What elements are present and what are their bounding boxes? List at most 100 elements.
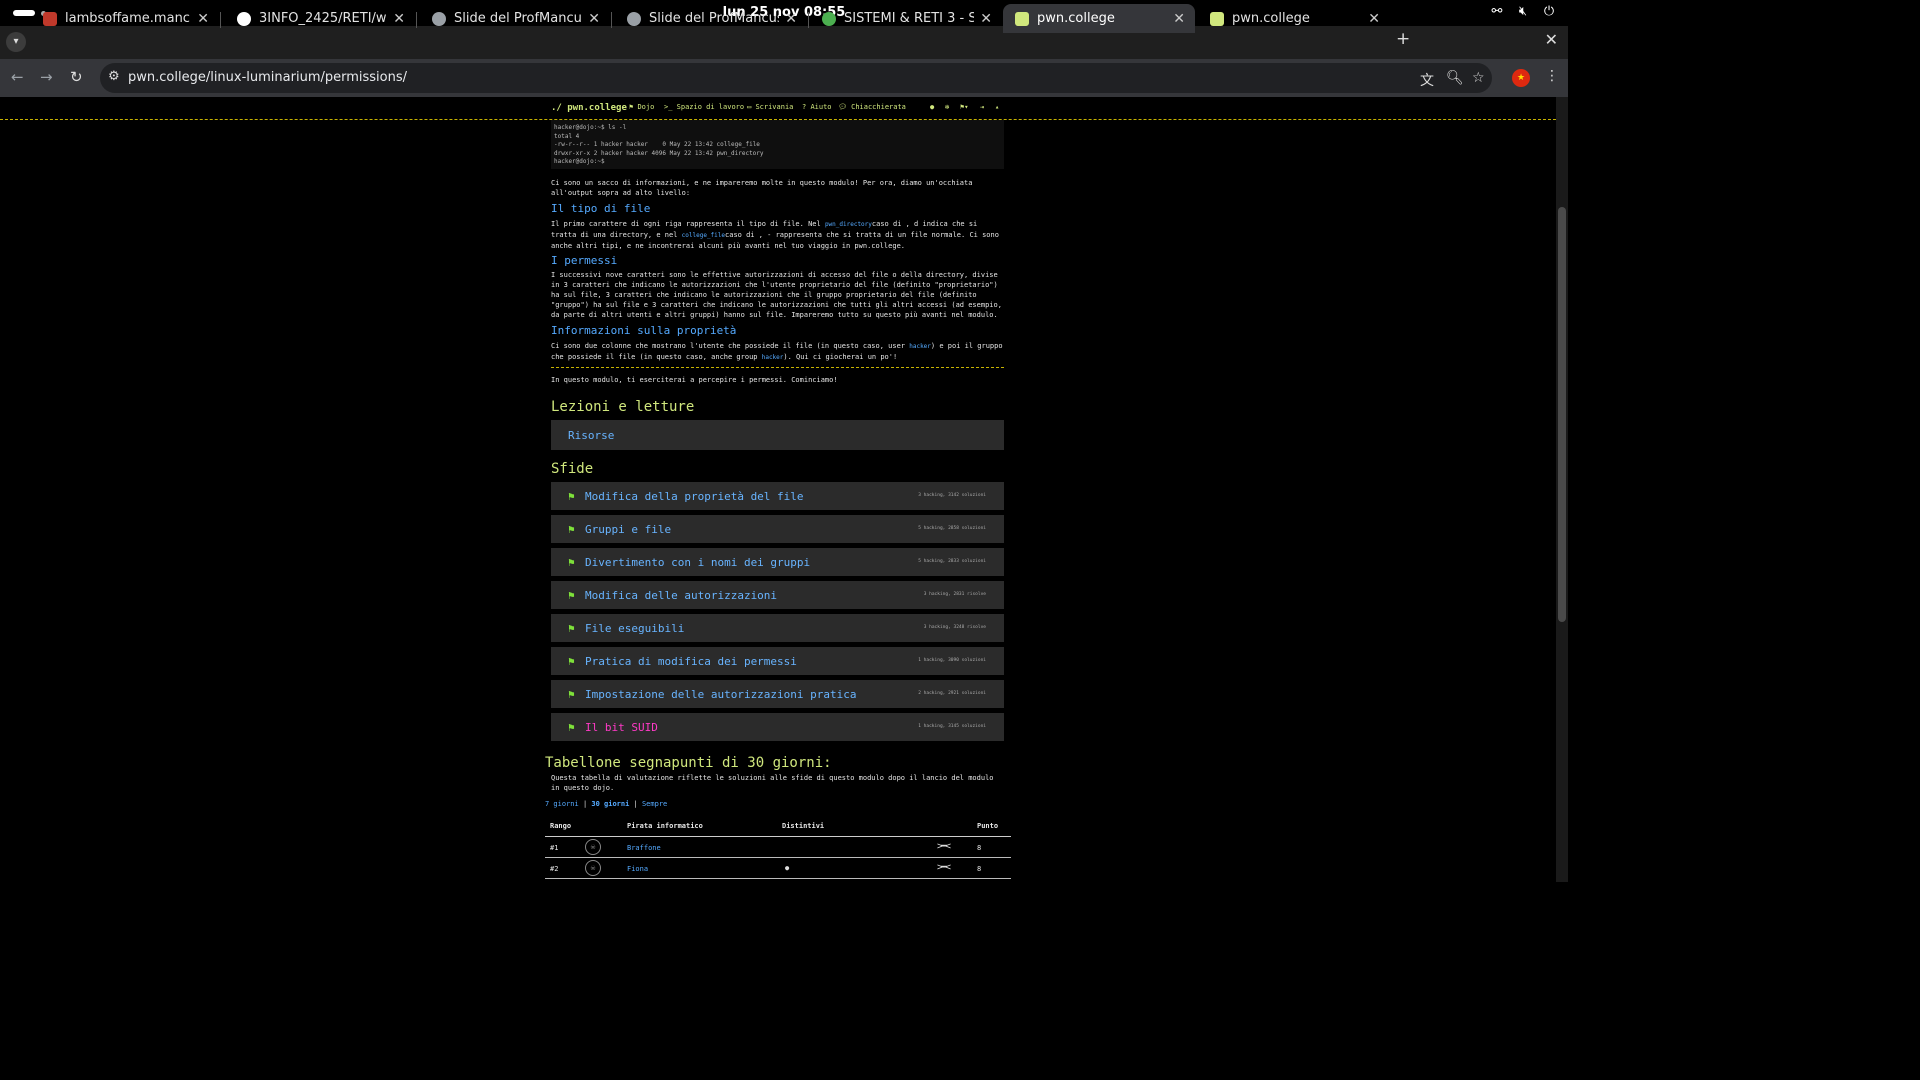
challenge-item[interactable]: ⚑ Modifica della proprietà del file 3 ha… [551,482,1004,510]
nav-chat[interactable]: 💬︎ Chiacchierata [838,103,906,111]
settings-icon[interactable]: ✻ [945,103,949,111]
nav-desktop[interactable]: ▭ Scrivania [747,103,793,111]
volume-muted-icon[interactable]: 🔇︎ [1516,4,1530,19]
filter-7-days[interactable]: 7 giorni [545,800,579,808]
code-line: drwxr-xr-x 2 hacker hacker 4096 May 22 1… [554,149,764,157]
close-tab-icon[interactable]: ✕ [785,11,797,27]
belt-emblem-icon: >━< [937,862,951,873]
resources-link[interactable]: Risorse [568,429,614,442]
resources-panel[interactable]: Risorse [551,420,1004,450]
browser-toolbar: ← → ↻ ⚙ pwn.college/linux-luminarium/per… [0,59,1568,97]
system-tray[interactable]: ⚯ 🔇︎ ⏻ [1490,4,1556,19]
challenge-item[interactable]: ⚑ File eseguibili 3 hacking, 3248 risolv… [551,614,1004,642]
info-icon[interactable]: ● [930,103,934,111]
browser-tab[interactable]: pwn.college ✕ [1198,4,1390,33]
challenge-name[interactable]: Impostazione delle autorizzazioni pratic… [585,688,857,701]
nav-workspace[interactable]: >_ Spazio di lavoro [664,103,744,111]
flag-icon: ⚑ [568,655,575,668]
collapse-icon[interactable]: ▴ [995,103,999,111]
tab-title: pwn.college [1232,11,1310,26]
profile-avatar[interactable]: ★ [1512,69,1530,87]
flag-icon: ⚑ [568,688,575,701]
scoreboard-heading: Tabellone segnapunti di 30 giorni: [545,755,832,771]
browser-tab[interactable]: SISTEMI & RETI 3 - Slidev ✕ [810,4,1002,33]
column-header-score: Punto [977,822,999,830]
browser-tab[interactable]: Slide del ProfMancusoa ✕ [420,4,610,33]
challenge-name[interactable]: Gruppi e file [585,523,671,536]
close-tab-icon[interactable]: ✕ [980,11,992,27]
avatar: ☠ [585,839,601,855]
browser-tab[interactable]: 3INFO_2425/RETI/wang... ✕ [225,4,415,33]
close-tab-icon[interactable]: ✕ [393,11,405,27]
close-tab-icon[interactable]: ✕ [1368,11,1380,27]
bookmark-star-icon[interactable]: ☆ [1472,70,1485,86]
tab-separator [416,12,417,28]
logout-icon[interactable]: ⇥ [980,103,984,111]
github-icon [237,11,251,26]
flag-icon: ⚑ [568,589,575,602]
challenge-item[interactable]: ⚑ Pratica di modifica dei permessi 1 hac… [551,647,1004,675]
network-icon[interactable]: ⚯ [1490,4,1504,19]
close-window-icon[interactable]: ✕ [1545,30,1558,49]
inline-code: pwn_directory [824,221,872,228]
challenge-stats: 3 hacking, 3248 risolve [923,625,986,630]
back-icon[interactable]: ← [11,68,24,86]
challenge-name[interactable]: Pratica di modifica dei permessi [585,655,797,668]
flag-icon: ⚑ [568,490,575,503]
tab-search-button[interactable]: ▾ [6,32,26,52]
code-line: hacker@dojo:~$ [554,158,605,165]
challenge-name[interactable]: Modifica della proprietà del file [585,490,804,503]
new-tab-icon[interactable]: + [1396,29,1410,49]
site-brand[interactable]: ./ pwn.college [551,103,627,113]
score-cell: 8 [977,844,982,852]
translate-icon[interactable]: 文 [1420,70,1434,90]
browser-tab-active[interactable]: pwn.college ✕ [1003,4,1195,33]
score-cell: 8 [977,865,982,873]
site-info-icon[interactable]: ⚙ [108,69,120,84]
close-tab-icon[interactable]: ✕ [1173,11,1185,27]
challenges-heading: Sfide [551,461,594,477]
zoom-icon[interactable]: 🔍︎ [1446,70,1464,86]
challenge-stats: 3 hacking, 2831 risolve [923,592,986,597]
forward-icon[interactable]: → [40,68,53,86]
challenge-item[interactable]: ⚑ Divertimento con i nomi dei gruppi 5 h… [551,548,1004,576]
ownership-paragraph: Ci sono due colonne che mostrano l'utent… [551,341,1006,363]
nav-help[interactable]: ? Aiuto [802,103,832,111]
flag-icon: ⚑ [568,523,575,536]
scrollbar-thumb[interactable] [1558,207,1566,622]
hacker-name-link[interactable]: Fiona [627,865,648,873]
flag-icon: ⚑ [568,721,575,734]
code-line: total 4 [554,132,580,140]
address-bar[interactable]: ⚙ pwn.college/linux-luminarium/permissio… [100,63,1492,93]
challenge-name[interactable]: Divertimento con i nomi dei gruppi [585,556,810,569]
browser-tab[interactable]: Slide del ProfMancusoa - ✕ [615,4,807,33]
challenge-item[interactable]: ⚑ Modifica delle autorizzazioni 3 hackin… [551,581,1004,609]
challenge-stats: 1 hacking, 3090 soluzioni [918,658,986,663]
code-line: hacker@dojo:~$ ls -l [554,124,627,131]
nav-dojo[interactable]: ⚑ Dojo [629,103,654,111]
tab-title: 3INFO_2425/RETI/wang... [259,11,387,26]
challenge-item[interactable]: ⚑ Impostazione delle autorizzazioni prat… [551,680,1004,708]
challenge-name[interactable]: File eseguibili [585,622,684,635]
page-scrollbar[interactable] [1556,97,1568,882]
flag-menu-icon[interactable]: ⚑▾ [960,103,968,111]
power-icon[interactable]: ⏻ [1542,4,1556,19]
challenge-item[interactable]: ⚑ Gruppi e file 5 hacking, 2858 soluzion… [551,515,1004,543]
nav-chat-label: Chiacchierata [851,103,906,111]
challenge-name[interactable]: Il bit SUID [585,721,658,734]
browser-tab[interactable]: lambsoffame.mancusoa... ✕ [31,4,219,33]
url-text[interactable]: pwn.college/linux-luminarium/permissions… [128,70,407,85]
column-header-rank: Rango [550,822,572,830]
filter-30-days[interactable]: 30 giorni [591,800,629,808]
hacker-name-link[interactable]: Braffone [627,844,661,852]
challenge-item[interactable]: ⚑ Il bit SUID 1 hacking, 3145 soluzioni [551,713,1004,741]
challenge-name[interactable]: Modifica delle autorizzazioni [585,589,777,602]
rank-cell: #1 [550,844,559,852]
close-tab-icon[interactable]: ✕ [197,11,209,27]
scoreboard-description: Questa tabella di valutazione riflette l… [551,774,994,792]
filter-all-time[interactable]: Sempre [642,800,667,808]
flag-icon: ⚑ [568,556,575,569]
browser-menu-icon[interactable]: ⋮ [1545,68,1559,84]
reload-icon[interactable]: ↻ [70,68,83,86]
close-tab-icon[interactable]: ✕ [588,11,600,27]
